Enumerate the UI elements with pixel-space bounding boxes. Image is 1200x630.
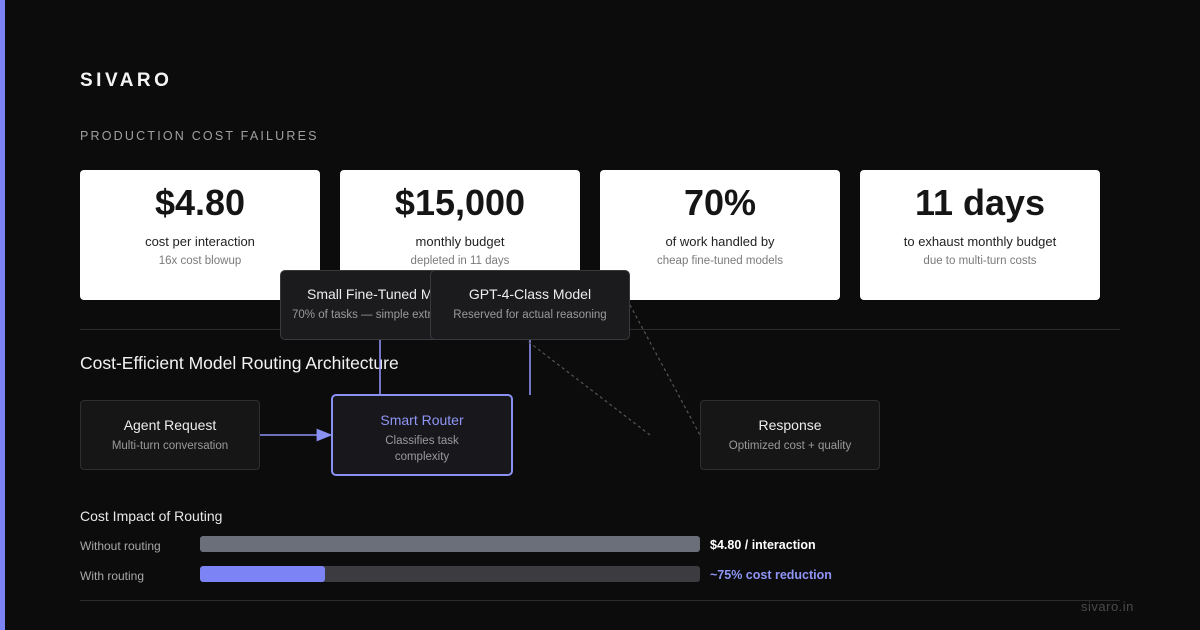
stat-value: 70% bbox=[683, 182, 757, 223]
stat-sub: 16x cost blowup bbox=[158, 255, 242, 267]
node-smart-router: Smart Router Classifies task complexity bbox=[331, 394, 513, 476]
node-sub: Optimized cost + quality bbox=[728, 440, 852, 452]
node-sub-line: complexity bbox=[394, 451, 450, 463]
bar-track-with-routing bbox=[200, 566, 700, 582]
node-agent-request: Agent Request Multi-turn conversation bbox=[80, 400, 260, 470]
section-label: PRODUCTION COST FAILURES bbox=[80, 129, 319, 143]
accent-bar bbox=[0, 0, 5, 630]
stat-sub: depleted in 11 days bbox=[410, 255, 510, 267]
stat-value: $4.80 bbox=[154, 182, 246, 223]
footer-divider bbox=[80, 600, 1120, 601]
bar-fill-without-routing bbox=[200, 536, 700, 552]
node-title: Response bbox=[758, 417, 822, 433]
cost-impact-title: Cost Impact of Routing bbox=[80, 508, 223, 524]
stat-card-days-to-exhaust: 11 days to exhaust monthly budget due to… bbox=[860, 170, 1100, 300]
architecture-title: Cost-Efficient Model Routing Architectur… bbox=[80, 353, 399, 373]
bar-track-without-routing bbox=[200, 536, 700, 552]
bar-fill-with-routing bbox=[200, 566, 325, 582]
stat-value: 11 days bbox=[914, 182, 1046, 223]
node-gpt4-class-model: GPT-4-Class Model Reserved for actual re… bbox=[430, 270, 630, 340]
node-sub-line: Classifies task bbox=[385, 435, 459, 447]
node-sub: Classifies task complexity bbox=[333, 433, 511, 465]
stat-label: to exhaust monthly budget bbox=[903, 234, 1057, 249]
stat-sub: due to multi-turn costs bbox=[923, 255, 1037, 267]
node-response: Response Optimized cost + quality bbox=[700, 400, 880, 470]
node-sub: Reserved for actual reasoning bbox=[453, 309, 607, 321]
node-sub: Multi-turn conversation bbox=[111, 440, 229, 452]
footer-url: sivaro.in bbox=[1081, 599, 1134, 614]
node-title: GPT-4-Class Model bbox=[468, 286, 592, 302]
stat-card-work-share: 70% of work handled by cheap fine-tuned … bbox=[600, 170, 840, 300]
brand-logo: SIVARO bbox=[80, 70, 173, 91]
bar-label-without-routing: Without routing bbox=[80, 539, 161, 553]
bar-value-without-routing: $4.80 / interaction bbox=[710, 538, 816, 552]
stat-label: cost per interaction bbox=[145, 234, 255, 249]
node-title: Smart Router bbox=[380, 412, 464, 428]
stat-label: of work handled by bbox=[665, 234, 775, 249]
bar-value-with-routing: ~75% cost reduction bbox=[710, 568, 832, 582]
stat-sub: cheap fine-tuned models bbox=[657, 255, 783, 267]
node-title: Agent Request bbox=[123, 417, 217, 433]
bar-label-with-routing: With routing bbox=[80, 569, 145, 583]
stat-value: $15,000 bbox=[394, 182, 526, 223]
stat-label: monthly budget bbox=[415, 234, 505, 249]
dashed-connector-gpt4-to-response bbox=[629, 304, 701, 436]
